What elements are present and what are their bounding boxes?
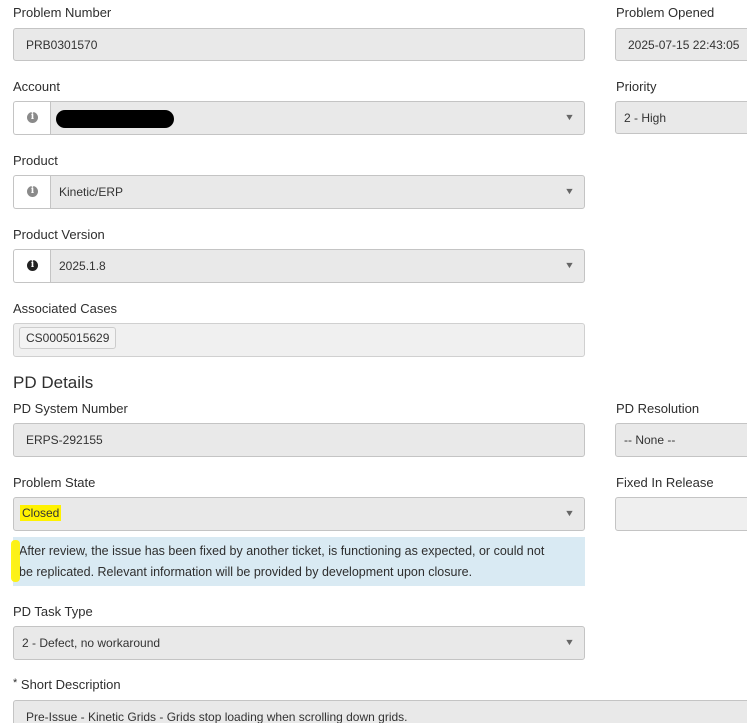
product-label: Product — [13, 153, 58, 168]
short-description-label-row: * Short Description — [13, 677, 121, 692]
problem-opened-label: Problem Opened — [616, 5, 715, 20]
pd-task-type-select[interactable]: 2 - Defect, no workaround ▼ — [13, 626, 585, 660]
info-message-line-2: be replicated. Relevant information will… — [19, 564, 473, 579]
product-version-select[interactable]: 2025.1.8 ▼ — [50, 249, 585, 283]
product-info-button[interactable]: i — [13, 175, 51, 209]
pd-resolution-value: -- None -- — [624, 433, 676, 447]
info-message-line-1: After review, the issue has been fixed b… — [19, 544, 545, 558]
priority-label: Priority — [616, 79, 657, 94]
problem-opened-field[interactable]: 2025-07-15 22:43:05 — [615, 28, 747, 61]
problem-number-label: Problem Number — [13, 5, 112, 20]
section-heading: PD Details — [13, 373, 94, 392]
associated-cases-label: Associated Cases — [13, 301, 118, 316]
product-version-label: Product Version — [13, 227, 105, 242]
case-tag[interactable]: CS0005015629 — [19, 327, 117, 349]
chevron-down-icon: ▼ — [564, 112, 575, 122]
chevron-down-icon: ▼ — [564, 186, 575, 196]
problem-state-value: Closed — [20, 505, 62, 521]
pd-system-number-label: PD System Number — [13, 401, 128, 416]
short-description-field[interactable]: Pre-Issue - Kinetic Grids - Grids stop l… — [13, 700, 747, 723]
pd-resolution-select[interactable]: -- None -- — [615, 423, 747, 457]
fixed-in-release-field[interactable] — [615, 497, 747, 531]
product-version-value: 2025.1.8 — [59, 259, 106, 273]
pd-system-number-field[interactable]: ERPS-292155 — [13, 423, 585, 457]
fixed-in-release-label: Fixed In Release — [616, 475, 714, 490]
problem-state-label: Problem State — [13, 475, 96, 490]
pd-system-number-value: ERPS-292155 — [26, 433, 103, 447]
problem-state-select[interactable]: Closed ▼ — [13, 497, 585, 531]
pd-task-type-value: 2 - Defect, no workaround — [22, 636, 161, 650]
product-value: Kinetic/ERP — [59, 185, 124, 199]
required-marker: * — [13, 677, 18, 689]
problem-state-info-message: After review, the issue has been fixed b… — [13, 537, 585, 586]
priority-select[interactable]: 2 - High — [615, 101, 747, 134]
chevron-down-icon: ▼ — [564, 260, 575, 270]
chevron-down-icon: ▼ — [564, 637, 575, 647]
info-icon: i — [27, 112, 38, 123]
problem-opened-value: 2025-07-15 22:43:05 — [628, 38, 740, 52]
info-icon: i — [27, 260, 38, 271]
info-icon: i — [27, 186, 38, 197]
highlight-mark — [11, 540, 20, 582]
associated-cases-field[interactable]: CS0005015629 — [13, 323, 585, 357]
problem-number-value: PRB0301570 — [26, 38, 98, 52]
pd-resolution-label: PD Resolution — [616, 401, 700, 416]
chevron-down-icon: ▼ — [564, 508, 575, 518]
problem-number-field[interactable]: PRB0301570 — [13, 28, 585, 61]
product-version-info-button[interactable]: i — [13, 249, 51, 283]
redaction-mark — [56, 110, 174, 128]
short-description-value: Pre-Issue - Kinetic Grids - Grids stop l… — [26, 710, 408, 723]
pd-task-type-label: PD Task Type — [13, 604, 93, 619]
account-label: Account — [13, 79, 60, 94]
product-select[interactable]: Kinetic/ERP ▼ — [50, 175, 585, 209]
account-info-button[interactable]: i — [13, 101, 51, 135]
short-description-label: Short Description — [20, 677, 121, 692]
problem-state-value-wrap: Closed — [20, 505, 62, 521]
priority-value: 2 - High — [624, 111, 667, 125]
